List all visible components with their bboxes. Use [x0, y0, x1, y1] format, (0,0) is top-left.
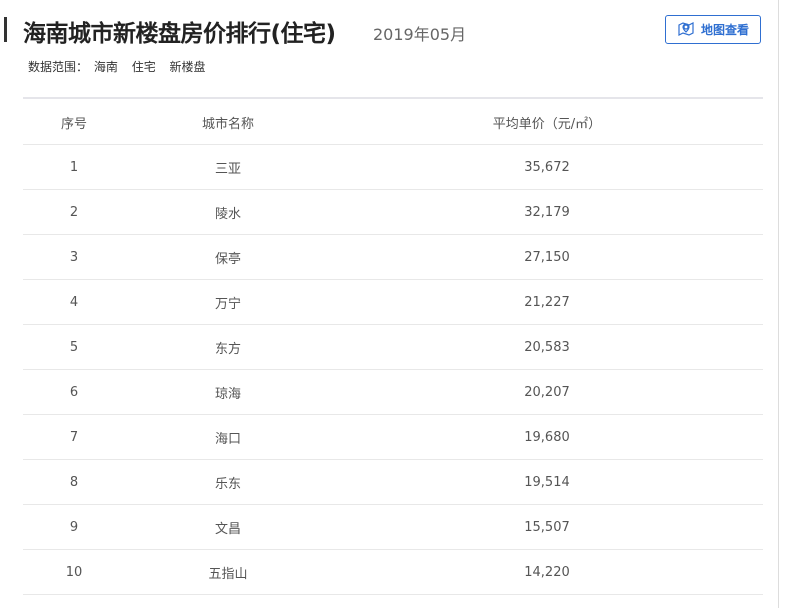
table-row: 8 乐东 19,514	[23, 459, 763, 505]
cell-price: 19,680	[331, 414, 763, 460]
cell-price: 21,227	[331, 279, 763, 325]
map-view-button[interactable]: 地图查看	[665, 15, 761, 44]
cell-city: 文昌	[125, 504, 331, 550]
map-view-label: 地图查看	[700, 23, 749, 37]
cell-city: 乐东	[125, 459, 331, 505]
cell-price: 20,583	[331, 324, 763, 370]
scope-tag: 海南	[93, 60, 118, 74]
cell-city: 万宁	[125, 279, 331, 325]
divider	[23, 97, 763, 99]
cell-price: 14,220	[331, 549, 763, 595]
col-city: 城市名称	[125, 100, 331, 145]
cell-rank: 7	[23, 414, 125, 460]
table-row: 10 五指山 14,220	[23, 549, 763, 595]
table-header: 序号 城市名称 平均单价（元/㎡）	[23, 100, 763, 145]
table-row: 6 琼海 20,207	[23, 369, 763, 415]
cell-rank: 3	[23, 234, 125, 280]
ranking-table: 序号 城市名称 平均单价（元/㎡） 1 三亚 35,672 2 陵水 32,179 3 保亭 2…	[23, 100, 763, 595]
cell-city: 琼海	[125, 369, 331, 415]
table-row: 3 保亭 27,150	[23, 234, 763, 280]
cell-price: 27,150	[331, 234, 763, 280]
cell-price: 20,207	[331, 369, 763, 415]
cell-rank: 9	[23, 504, 125, 550]
cell-rank: 2	[23, 189, 125, 235]
cell-rank: 1	[23, 144, 125, 190]
table-row: 4 万宁 21,227	[23, 279, 763, 325]
cell-city: 陵水	[125, 189, 331, 235]
cell-city: 保亭	[125, 234, 331, 280]
scope-label: 数据范围：	[28, 60, 89, 74]
cell-price: 19,514	[331, 459, 763, 505]
table-row: 1 三亚 35,672	[23, 144, 763, 190]
date-label: 2019年05月	[373, 25, 467, 44]
cell-city: 五指山	[125, 549, 331, 595]
table-row: 9 文昌 15,507	[23, 504, 763, 550]
cell-rank: 6	[23, 369, 125, 415]
table-row: 2 陵水 32,179	[23, 189, 763, 235]
cell-rank: 4	[23, 279, 125, 325]
cell-price: 32,179	[331, 189, 763, 235]
cell-city: 东方	[125, 324, 331, 370]
data-scope: 数据范围： 海南 住宅 新楼盘	[28, 58, 216, 75]
scope-tag: 新楼盘	[169, 60, 206, 74]
cell-rank: 5	[23, 324, 125, 370]
table-row: 5 东方 20,583	[23, 324, 763, 370]
cell-city: 海口	[125, 414, 331, 460]
cell-price: 35,672	[331, 144, 763, 190]
cell-rank: 10	[23, 549, 125, 595]
col-rank: 序号	[23, 100, 125, 145]
scroll-edge	[778, 0, 779, 608]
cell-price: 15,507	[331, 504, 763, 550]
page-title: 海南城市新楼盘房价排行(住宅)	[23, 21, 336, 47]
title-accent-bar	[4, 17, 7, 42]
cell-city: 三亚	[125, 144, 331, 190]
col-price: 平均单价（元/㎡）	[331, 100, 763, 145]
cell-rank: 8	[23, 459, 125, 505]
scope-tag: 住宅	[131, 60, 156, 74]
table-row: 7 海口 19,680	[23, 414, 763, 460]
map-pin-icon	[677, 19, 695, 40]
